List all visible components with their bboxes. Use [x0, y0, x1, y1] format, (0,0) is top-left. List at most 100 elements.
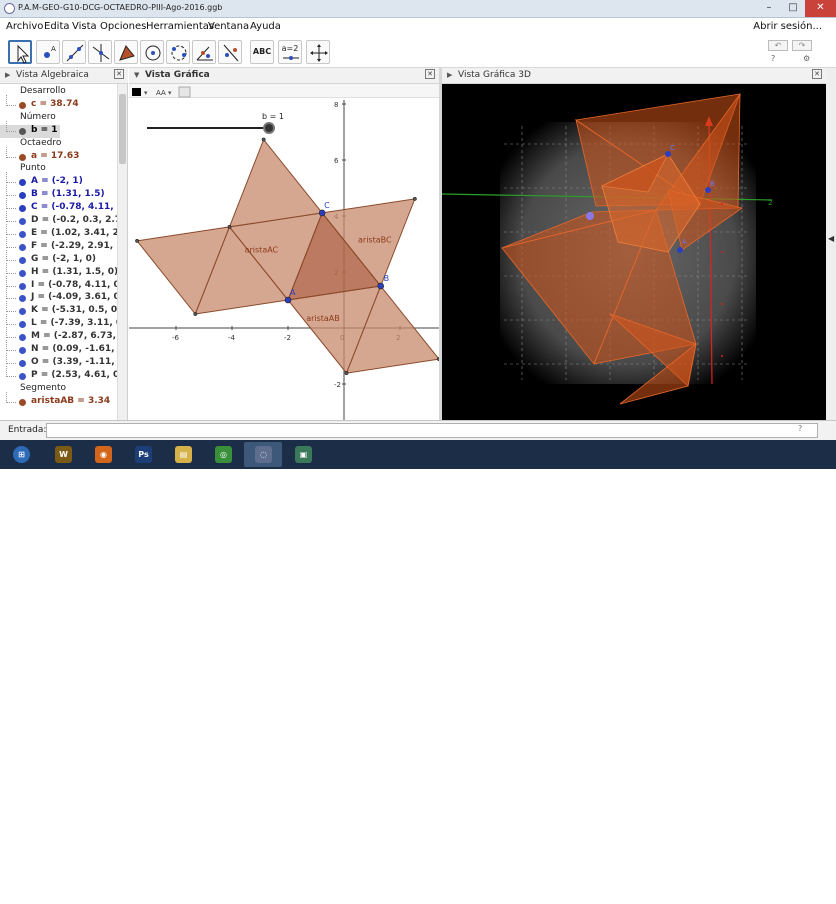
algebra-item[interactable]: K = (-5.31, 0.5, 0) [0, 301, 127, 318]
algebra-item[interactable]: L = (-7.39, 3.11, 0) [0, 314, 127, 331]
menu-opciones[interactable]: Opciones [100, 21, 146, 32]
minimize-button[interactable]: – [757, 0, 781, 17]
graphics-canvas[interactable]: -6-4-2028642-2ABCaristaACaristaBCaristaA… [129, 84, 441, 420]
close-algebra-view-button[interactable]: ✕ [114, 69, 124, 79]
tray-icons[interactable]: ▴ ▰ ◔ ♪ [697, 887, 729, 896]
panel-menu-icon[interactable]: ▶ [5, 71, 10, 79]
scrollbar-thumb[interactable] [119, 94, 126, 164]
visibility-toggle-icon[interactable] [19, 192, 26, 200]
algebra-group-header[interactable]: Octaedro [20, 138, 61, 151]
close-button[interactable]: ✕ [805, 0, 836, 17]
visibility-toggle-icon[interactable] [19, 269, 26, 277]
redo-button[interactable]: ↷ [792, 40, 812, 51]
clock-date[interactable]: 10/10/2016 [780, 895, 826, 904]
visibility-toggle-icon[interactable] [19, 179, 26, 187]
close-graphics-3d-view-button[interactable]: ✕ [812, 69, 822, 79]
maximize-button[interactable]: □ [781, 0, 805, 17]
right-sidebar-toggle[interactable]: ◀ [826, 68, 836, 420]
text-tool-button[interactable]: ABC [250, 40, 274, 64]
algebra-group-header[interactable]: Número [20, 112, 56, 125]
algebra-item[interactable]: M = (-2.87, 6.73, 0) [0, 327, 127, 344]
color-swatch-icon[interactable] [132, 88, 141, 96]
vertex-point[interactable] [412, 197, 417, 201]
circle-three-points-tool-button[interactable] [166, 40, 190, 64]
taskbar-app-button[interactable]: ◎ [204, 442, 242, 467]
menu-edita[interactable]: Edita [44, 21, 70, 32]
sign-in-link[interactable]: Abrir sesión... [753, 21, 822, 32]
label-style-icon[interactable]: AA [156, 89, 166, 97]
algebra-item[interactable]: I = (-0.78, 4.11, 0) [0, 275, 127, 293]
graphics-3d-canvas[interactable]: 2 C B A [441, 84, 826, 420]
algebra-group-header[interactable]: Segmento [20, 383, 66, 396]
algebra-item[interactable]: G = (-2, 1, 0) [0, 249, 127, 267]
algebra-item[interactable]: A = (-2, 1) [0, 172, 127, 189]
vertex-point[interactable] [227, 225, 232, 229]
taskbar-app-button[interactable]: Ps [124, 442, 162, 467]
point-tool-button[interactable]: A [36, 40, 60, 64]
algebra-item[interactable]: H = (1.31, 1.5, 0) [0, 262, 127, 280]
clock-time[interactable]: 10:46 p.m. [780, 884, 824, 893]
visibility-toggle-icon[interactable] [19, 398, 26, 406]
panel-menu-icon[interactable]: ▼ [134, 71, 139, 79]
visibility-toggle-icon[interactable] [19, 153, 26, 161]
vertex-point[interactable] [284, 296, 292, 304]
taskbar-app-button[interactable]: W [44, 442, 82, 467]
system-tray[interactable]: ES ▴ ▰ ◔ ♪ [684, 887, 729, 896]
algebra-item[interactable]: B = (1.31, 1.5) [0, 185, 127, 202]
algebra-item[interactable]: P = (2.53, 4.61, 0) [0, 365, 127, 383]
algebra-item[interactable]: C = (-0.78, 4.11, 0) [0, 198, 127, 215]
perpendicular-tool-button[interactable] [88, 40, 112, 64]
taskbar-app-button[interactable]: ▤ [164, 442, 202, 467]
vertex-point[interactable] [135, 239, 139, 243]
start-button[interactable]: ⊞ [2, 442, 40, 467]
vertex-point[interactable] [377, 282, 384, 290]
reflect-tool-button[interactable] [218, 40, 242, 64]
point-3d[interactable] [586, 212, 594, 220]
line-tool-button[interactable] [62, 40, 86, 64]
algebra-item[interactable]: a = 17.63 [0, 146, 127, 164]
point-3d[interactable] [677, 247, 683, 253]
octahedron-face[interactable] [228, 138, 324, 228]
graphics-view[interactable]: -6-4-2028642-2ABCaristaACaristaBCaristaA… [129, 84, 441, 420]
visibility-toggle-icon[interactable] [19, 256, 26, 264]
input-field[interactable] [46, 423, 818, 438]
circle-tool-button[interactable] [140, 40, 164, 64]
visibility-toggle-icon[interactable] [19, 372, 26, 380]
dropdown-arrow-icon[interactable]: ▾ [168, 89, 172, 97]
vertex-point[interactable] [261, 137, 266, 142]
visibility-toggle-icon[interactable] [19, 282, 26, 290]
input-help-icon[interactable]: ? [798, 424, 802, 433]
visibility-toggle-icon[interactable] [19, 127, 26, 135]
vertex-point[interactable] [193, 312, 198, 316]
slider-tool-button[interactable]: a=2 [278, 40, 302, 64]
algebra-item[interactable]: N = (0.09, -1.61, 0) [0, 340, 127, 357]
algebra-item[interactable]: D = (-0.2, 0.3, 2.73) [0, 211, 127, 228]
graphics-3d-view[interactable]: 2 C B A [441, 84, 826, 420]
menu-vista[interactable]: Vista [72, 21, 97, 32]
slider-knob[interactable] [263, 122, 275, 134]
visibility-toggle-icon[interactable] [19, 205, 26, 213]
menu-herramientas[interactable]: Herramientas [146, 21, 214, 32]
visibility-toggle-icon[interactable] [19, 243, 26, 251]
algebra-item[interactable]: F = (-2.29, 2.91, 2.73) [0, 236, 127, 254]
visibility-toggle-icon[interactable] [19, 295, 26, 303]
visibility-toggle-icon[interactable] [19, 334, 26, 342]
move-view-tool-button[interactable] [306, 40, 330, 64]
polygon-tool-button[interactable] [114, 40, 138, 64]
menu-archivo[interactable]: Archivo [6, 21, 43, 32]
visibility-toggle-icon[interactable] [19, 347, 26, 354]
dropdown-arrow-icon[interactable]: ▾ [144, 89, 148, 97]
menu-ventana[interactable]: Ventana [208, 21, 249, 32]
algebra-group-header[interactable]: Desarrollo [20, 86, 66, 99]
angle-tool-button[interactable] [192, 40, 216, 64]
gear-icon[interactable]: ⚙ [803, 54, 810, 63]
algebra-item[interactable]: c = 38.74 [0, 94, 127, 112]
algebra-item[interactable]: O = (3.39, -1.11, 0) [0, 352, 127, 370]
visibility-toggle-icon[interactable] [19, 308, 26, 316]
language-indicator[interactable]: ES [684, 887, 694, 896]
menu-ayuda[interactable]: Ayuda [250, 21, 281, 32]
vertex-point[interactable] [318, 209, 326, 217]
visibility-toggle-icon[interactable] [19, 101, 26, 109]
help-icon[interactable]: ? [771, 54, 775, 63]
pin-icon[interactable] [178, 86, 191, 98]
